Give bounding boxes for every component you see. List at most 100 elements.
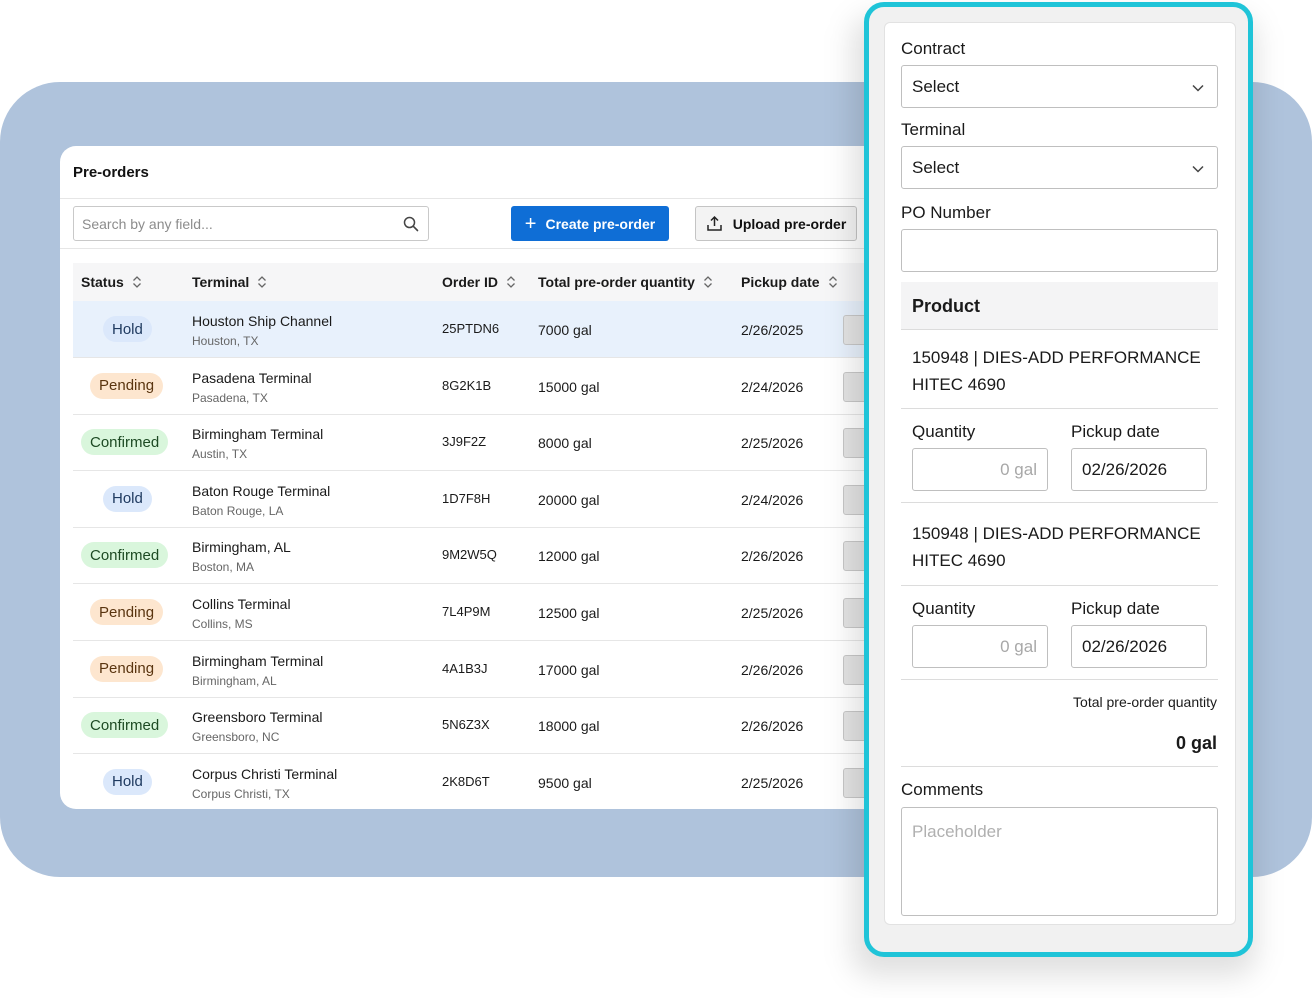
- search-icon[interactable]: [403, 216, 419, 232]
- divider: [901, 408, 1218, 409]
- upload-preorder-label: Upload pre-order: [732, 215, 847, 232]
- terminal-location: Baton Rouge, LA: [192, 503, 284, 518]
- terminal-name: Corpus Christi Terminal: [192, 765, 338, 782]
- sort-icon[interactable]: [703, 275, 713, 289]
- terminal-location: Greensboro, NC: [192, 730, 280, 745]
- quantity-label: Quantity: [912, 599, 976, 618]
- comments-field[interactable]: [902, 808, 1217, 915]
- column-order-id[interactable]: Order ID: [442, 263, 516, 301]
- order-quantity: 7000 gal: [538, 322, 592, 338]
- product-section-header: Product: [901, 282, 1218, 330]
- preorders-card: Pre-orders + Create pre-order Upload pre…: [60, 146, 890, 809]
- column-status-label: Status: [81, 274, 124, 290]
- order-id: 9M2W5Q: [442, 547, 497, 563]
- column-order-id-label: Order ID: [442, 274, 499, 290]
- terminal-name: Collins Terminal: [192, 596, 291, 612]
- status-badge: Confirmed: [81, 542, 169, 569]
- page-title: Pre-orders: [73, 164, 149, 181]
- terminal-location: Austin, TX: [192, 447, 248, 462]
- contract-select[interactable]: Select: [901, 65, 1218, 108]
- chevron-down-icon: [1192, 165, 1204, 173]
- pickup-date-input[interactable]: 02/26/2026: [1071, 448, 1207, 491]
- upload-preorder-button[interactable]: Upload pre-order: [695, 206, 857, 241]
- column-quantity[interactable]: Total pre-order quantity: [538, 263, 713, 301]
- column-pickup-date[interactable]: Pickup date: [741, 263, 838, 301]
- table-row[interactable]: Confirmed Birmingham Terminal Austin, TX 3J…: [73, 414, 890, 472]
- preorder-form-panel: Contract Select Terminal Select PO Numbe…: [864, 2, 1253, 957]
- pickup-date-input[interactable]: 02/26/2026: [1071, 625, 1207, 668]
- table-row[interactable]: Confirmed Greensboro Terminal Greensboro, …: [73, 697, 890, 755]
- divider: [901, 679, 1218, 680]
- order-quantity: 17000 gal: [538, 661, 600, 678]
- terminal-select[interactable]: Select: [901, 146, 1218, 189]
- table-row[interactable]: Pending Birmingham Terminal Birmingham, AL…: [73, 641, 890, 698]
- sort-icon[interactable]: [828, 275, 838, 289]
- divider: [60, 198, 890, 199]
- terminal-name: Greensboro Terminal: [192, 709, 323, 726]
- product-name: 150948 | DIES-ADD PERFORMANCE HITEC 4690: [912, 348, 1201, 394]
- quantity-placeholder: 0 gal: [1000, 637, 1037, 656]
- terminal-name: Baton Rouge Terminal: [192, 482, 331, 499]
- terminal-select-value: Select: [912, 158, 960, 177]
- terminal-location: Collins, MS: [192, 617, 253, 631]
- search-input[interactable]: [74, 207, 394, 240]
- search-box[interactable]: [73, 206, 429, 241]
- sort-icon[interactable]: [506, 275, 516, 289]
- order-quantity: 15000 gal: [538, 378, 600, 395]
- quantity-input[interactable]: 0 gal: [912, 625, 1048, 668]
- pickup-date: 2/26/2026: [741, 718, 804, 735]
- po-number-field[interactable]: [901, 229, 1218, 272]
- create-preorder-button[interactable]: + Create pre-order: [511, 206, 669, 241]
- column-terminal-label: Terminal: [192, 274, 250, 290]
- divider: [901, 585, 1218, 586]
- status-badge: Hold: [103, 316, 152, 342]
- pickup-date: 2/25/2026: [741, 605, 804, 621]
- order-quantity: 12500 gal: [538, 605, 600, 621]
- chevron-down-icon: [1192, 84, 1204, 92]
- table-row[interactable]: Hold Baton Rouge Terminal Baton Rouge, LA 1…: [73, 471, 890, 528]
- column-terminal[interactable]: Terminal: [192, 263, 267, 301]
- pickup-date-value: 02/26/2026: [1082, 460, 1168, 479]
- comments-box[interactable]: [901, 807, 1218, 916]
- sort-icon[interactable]: [257, 275, 267, 289]
- order-id: 2K8D6T: [442, 773, 490, 789]
- pickup-date: 2/24/2026: [741, 491, 804, 508]
- column-status[interactable]: Status: [81, 263, 142, 301]
- terminal-name: Birmingham Terminal: [192, 652, 324, 669]
- table-header: Status Terminal Order ID Total pre-order…: [73, 263, 890, 301]
- order-id: 7L4P9M: [442, 604, 491, 619]
- terminal-name: Houston Ship Channel: [192, 313, 333, 329]
- terminal-location: Corpus Christi, TX: [192, 786, 290, 801]
- pickup-date-value: 02/26/2026: [1082, 637, 1168, 656]
- order-id: 4A1B3J: [442, 660, 488, 676]
- order-quantity: 9500 gal: [538, 774, 592, 791]
- quantity-input[interactable]: 0 gal: [912, 448, 1048, 491]
- table-row[interactable]: Pending Pasadena Terminal Pasadena, TX 8G2K…: [73, 358, 890, 415]
- pickup-date: 2/25/2026: [741, 435, 804, 452]
- table-row[interactable]: Hold Houston Ship Channel Houston, TX 25PTD…: [73, 301, 890, 358]
- product-name: 150948 | DIES-ADD PERFORMANCE HITEC 4690: [912, 524, 1201, 570]
- pickup-date: 2/26/2026: [741, 548, 804, 565]
- status-badge: Confirmed: [81, 429, 169, 456]
- table-row[interactable]: Confirmed Birmingham, AL Boston, MA 9M2W5Q 1…: [73, 527, 890, 585]
- plus-icon: +: [524, 212, 537, 235]
- status-badge: Pending: [90, 655, 164, 682]
- order-id: 3J9F2Z: [442, 434, 487, 450]
- order-quantity: 18000 gal: [538, 718, 600, 735]
- order-quantity: 12000 gal: [538, 548, 600, 565]
- contract-label: Contract: [901, 39, 966, 58]
- status-badge: Pending: [90, 599, 164, 625]
- table-row[interactable]: Hold Corpus Christi Terminal Corpus Christ…: [73, 754, 890, 809]
- order-id: 8G2K1B: [442, 377, 492, 393]
- quantity-placeholder: 0 gal: [1000, 460, 1037, 479]
- sort-icon[interactable]: [132, 275, 142, 289]
- table-row[interactable]: Pending Collins Terminal Collins, MS 7L4P9…: [73, 584, 890, 641]
- terminal-label: Terminal: [901, 120, 966, 139]
- pickup-date: 2/26/2026: [741, 661, 804, 678]
- pickup-date: 2/24/2026: [741, 378, 804, 395]
- terminal-location: Boston, MA: [192, 560, 255, 575]
- column-pickup-date-label: Pickup date: [741, 274, 820, 290]
- divider: [901, 502, 1218, 503]
- status-badge: Hold: [103, 485, 152, 512]
- total-quantity-value: 0 gal: [1175, 733, 1217, 753]
